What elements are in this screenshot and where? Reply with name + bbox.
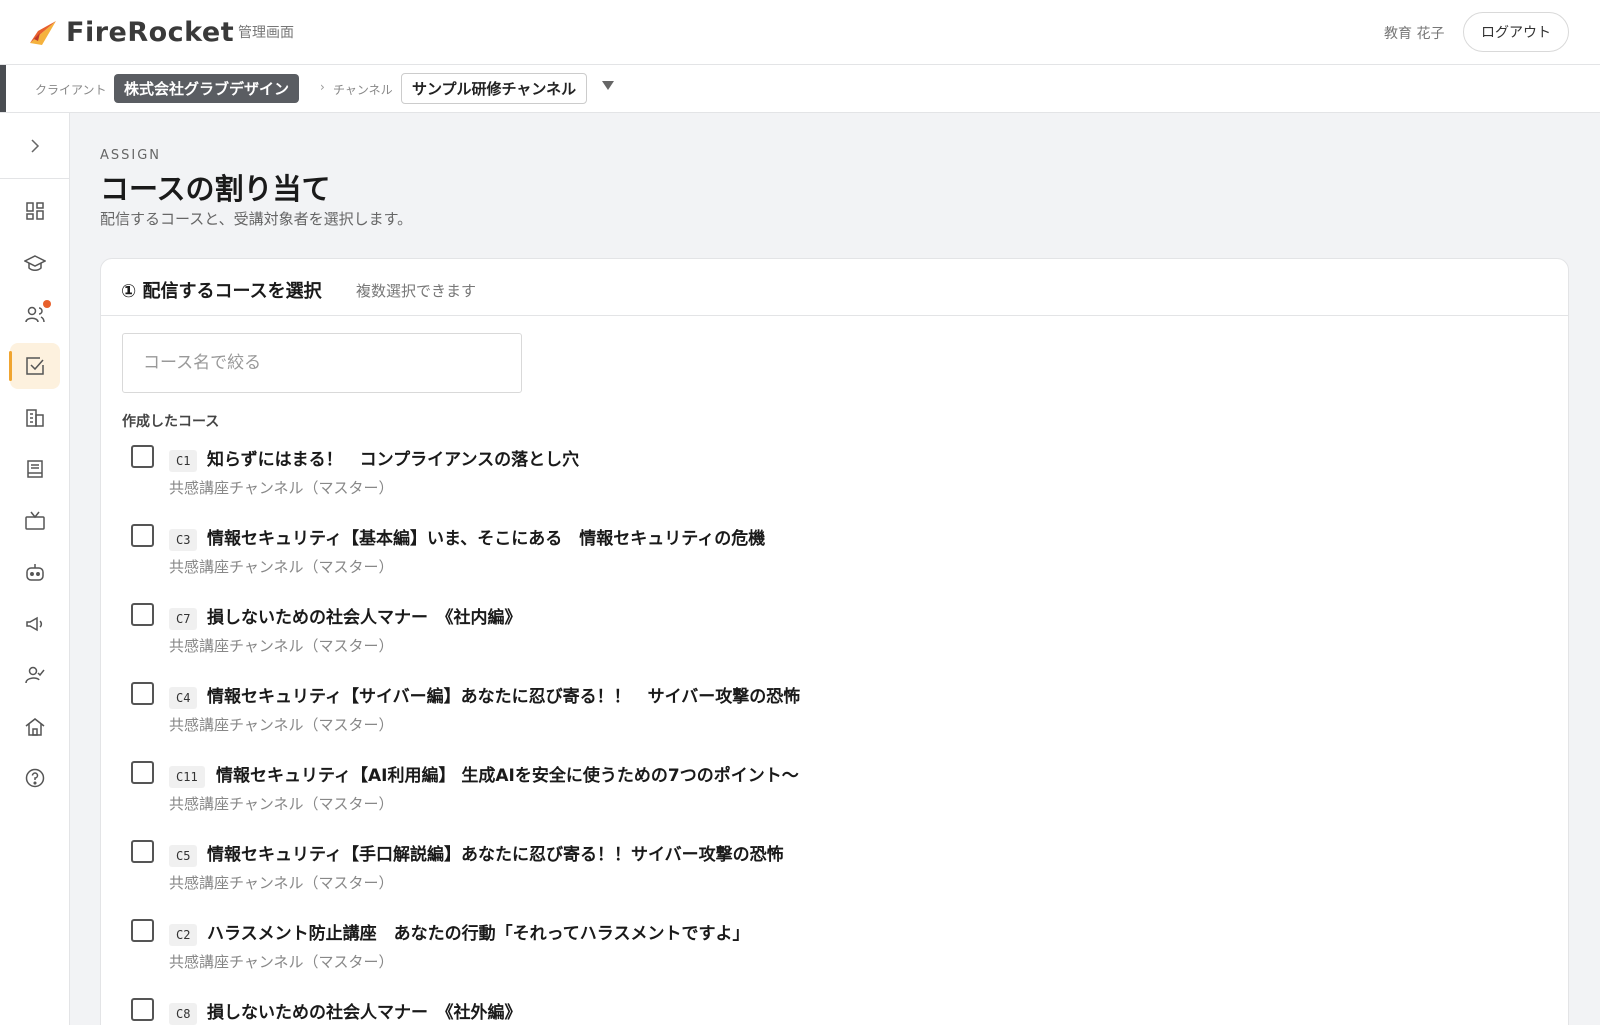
- graduation-cap-icon: [24, 255, 46, 271]
- course-code: C3: [169, 529, 198, 551]
- course-title: 損しないための社会人マナー 《社内編》: [207, 608, 522, 628]
- building-icon: [26, 409, 44, 427]
- breadcrumb-accent: [0, 65, 6, 112]
- book-icon: [27, 460, 43, 478]
- sidebar-item-organization[interactable]: [10, 395, 60, 441]
- users-icon: [25, 306, 45, 323]
- course-code: C7: [169, 608, 198, 630]
- course-row[interactable]: C8 損しないための社会人マナー 《社外編》: [101, 992, 1568, 1025]
- sidebar-item-dashboard[interactable]: [10, 188, 60, 234]
- course-channel: 共感講座チャンネル（マスター）: [169, 558, 394, 576]
- app-logo[interactable]: FireRocket: [28, 14, 234, 50]
- course-filter-input[interactable]: [122, 333, 522, 393]
- course-checkbox[interactable]: [131, 682, 154, 705]
- megaphone-icon: [26, 616, 43, 632]
- sidebar-item-courses[interactable]: [10, 240, 60, 286]
- course-checkbox[interactable]: [131, 840, 154, 863]
- caret-down-icon[interactable]: [602, 81, 614, 90]
- app-name: FireRocket: [66, 16, 235, 48]
- assign-check-icon: [26, 357, 44, 375]
- course-code: C5: [169, 845, 198, 867]
- client-label: クライアント: [35, 83, 107, 97]
- course-code: C1: [169, 450, 198, 472]
- course-title: 情報セキュリティ【手口解説編】あなたに忍び寄る！！サイバー攻撃の恐怖: [207, 845, 784, 865]
- chevron-right-icon: [31, 138, 40, 153]
- home-icon: [25, 718, 45, 736]
- client-badge[interactable]: 株式会社グラブデザイン: [114, 74, 300, 103]
- page-eyebrow: ASSIGN: [100, 148, 162, 163]
- card-header: ① 配信するコースを選択 複数選択できます: [101, 259, 1568, 316]
- course-channel: 共感講座チャンネル（マスター）: [169, 874, 394, 892]
- course-row[interactable]: C1 知らずにはまる！ コンプライアンスの落とし穴 共感講座チャンネル（マスター…: [101, 439, 1568, 518]
- breadcrumb-separator: ›: [320, 80, 325, 94]
- sidebar-item-assign[interactable]: [9, 343, 60, 389]
- sidebar-item-learners[interactable]: [10, 652, 60, 698]
- channel-label: チャンネル: [333, 83, 393, 97]
- course-select-card: ① 配信するコースを選択 複数選択できます 作成したコース C1 知らずにはまる…: [100, 258, 1569, 1025]
- course-code: C2: [169, 924, 198, 946]
- course-title: ハラスメント防止講座 あなたの行動「それってハラスメントですよ」: [207, 924, 750, 944]
- course-code: C11: [169, 766, 205, 788]
- admin-label: 管理画面: [238, 25, 294, 41]
- course-channel: 共感講座チャンネル（マスター）: [169, 795, 394, 813]
- course-channel: 共感講座チャンネル（マスター）: [169, 479, 394, 497]
- sidebar-expand-button[interactable]: [0, 113, 70, 179]
- course-title: 情報セキュリティ【基本編】いま、そこにある 情報セキュリティの危機: [207, 529, 766, 549]
- course-title: 損しないための社会人マナー 《社外編》: [207, 1003, 522, 1023]
- course-title: 知らずにはまる！ コンプライアンスの落とし穴: [207, 450, 580, 470]
- course-checkbox[interactable]: [131, 445, 154, 468]
- course-channel: 共感講座チャンネル（マスター）: [169, 716, 394, 734]
- course-row[interactable]: C11 情報セキュリティ【AI利用編】 生成AIを安全に使うための7つのポイント…: [101, 755, 1568, 834]
- card-hint: 複数選択できます: [356, 282, 477, 300]
- course-title: 情報セキュリティ【サイバー編】あなたに忍び寄る！！ サイバー攻撃の恐怖: [207, 687, 801, 707]
- page-title: コースの割り当て: [100, 172, 331, 206]
- notification-dot: [43, 300, 51, 308]
- course-checkbox[interactable]: [131, 524, 154, 547]
- course-row[interactable]: C7 損しないための社会人マナー 《社内編》 共感講座チャンネル（マスター）: [101, 597, 1568, 676]
- course-title: 情報セキュリティ【AI利用編】 生成AIを安全に使うための7つのポイント～: [216, 766, 799, 786]
- robot-icon: [26, 564, 44, 581]
- course-checkbox[interactable]: [131, 998, 154, 1021]
- course-row[interactable]: C5 情報セキュリティ【手口解説編】あなたに忍び寄る！！サイバー攻撃の恐怖 共感…: [101, 834, 1568, 913]
- rocket-logo-icon: [30, 21, 56, 45]
- sidebar-item-home[interactable]: [10, 704, 60, 750]
- page-subtitle: 配信するコースと、受講対象者を選択します。: [100, 210, 413, 228]
- card-title: ① 配信するコースを選択: [121, 281, 322, 302]
- sidebar: [0, 113, 70, 1025]
- dashboard-icon: [26, 202, 44, 220]
- course-code: C4: [169, 687, 198, 709]
- user-check-icon: [25, 666, 45, 684]
- top-header: FireRocket 管理画面 教育 花子 ログアウト: [0, 0, 1600, 65]
- course-channel: 共感講座チャンネル（マスター）: [169, 637, 394, 655]
- course-channel: 共感講座チャンネル（マスター）: [169, 953, 394, 971]
- course-checkbox[interactable]: [131, 761, 154, 784]
- course-code: C8: [169, 1003, 198, 1025]
- channel-select[interactable]: サンプル研修チャンネル: [401, 73, 588, 104]
- course-row[interactable]: C2 ハラスメント防止講座 あなたの行動「それってハラスメントですよ」 共感講座…: [101, 913, 1568, 992]
- course-checkbox[interactable]: [131, 603, 154, 626]
- context-breadcrumb: クライアント 株式会社グラブデザイン › チャンネル サンプル研修チャンネル: [0, 65, 1600, 113]
- section-label: 作成したコース: [122, 414, 220, 430]
- user-name: 教育 花子: [1384, 26, 1445, 42]
- sidebar-item-videos[interactable]: [10, 498, 60, 544]
- sidebar-item-materials[interactable]: [10, 446, 60, 492]
- course-row[interactable]: C4 情報セキュリティ【サイバー編】あなたに忍び寄る！！ サイバー攻撃の恐怖 共…: [101, 676, 1568, 755]
- sidebar-item-ai[interactable]: [10, 549, 60, 595]
- course-checkbox[interactable]: [131, 919, 154, 942]
- sidebar-item-users[interactable]: [10, 291, 60, 337]
- sidebar-item-help[interactable]: [10, 755, 60, 801]
- tv-icon: [25, 511, 45, 530]
- sidebar-item-announcements[interactable]: [10, 601, 60, 647]
- help-icon: [25, 768, 45, 788]
- logout-button[interactable]: ログアウト: [1463, 12, 1569, 52]
- course-row[interactable]: C3 情報セキュリティ【基本編】いま、そこにある 情報セキュリティの危機 共感講…: [101, 518, 1568, 597]
